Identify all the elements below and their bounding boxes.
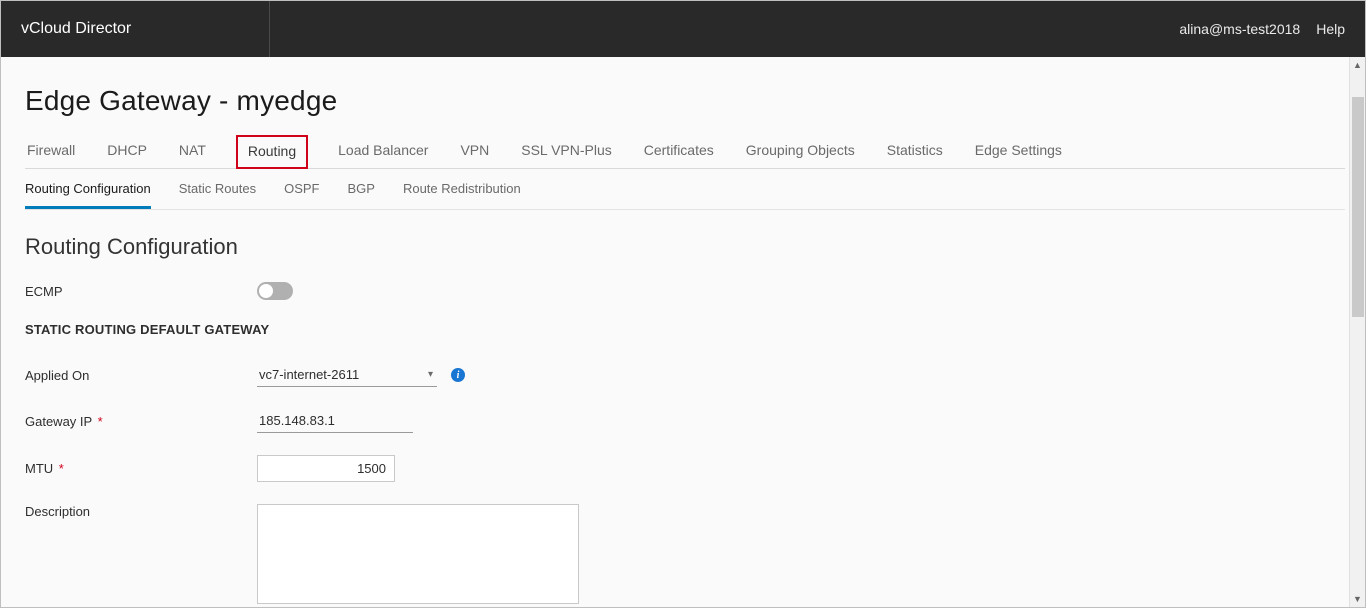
subtab-route-redistribution[interactable]: Route Redistribution — [403, 169, 521, 209]
tab-routing[interactable]: Routing — [236, 135, 308, 169]
subtab-ospf[interactable]: OSPF — [284, 169, 319, 209]
gateway-ip-label: Gateway IP * — [25, 414, 257, 429]
description-label: Description — [25, 504, 257, 519]
app-title: vCloud Director — [21, 20, 131, 38]
scroll-up-arrow-icon[interactable]: ▲ — [1350, 57, 1365, 73]
tab-certificates[interactable]: Certificates — [642, 136, 716, 168]
top-bar-divider — [269, 1, 270, 57]
ecmp-toggle[interactable] — [257, 282, 293, 300]
gateway-ip-input[interactable] — [257, 409, 413, 433]
row-description: Description — [25, 504, 1345, 604]
scroll-down-arrow-icon[interactable]: ▼ — [1350, 591, 1365, 607]
applied-on-label: Applied On — [25, 368, 257, 383]
section-area: Routing Configuration ECMP STATIC ROUTIN… — [25, 210, 1345, 604]
tab-load-balancer[interactable]: Load Balancer — [336, 136, 430, 168]
top-bar-right: alina@ms-test2018 Help — [1179, 21, 1345, 37]
subtab-static-routes[interactable]: Static Routes — [179, 169, 256, 209]
top-bar-left: vCloud Director — [21, 1, 131, 57]
mtu-label-text: MTU — [25, 461, 53, 476]
vertical-scrollbar[interactable]: ▲ ▼ — [1349, 57, 1365, 607]
info-icon[interactable]: i — [451, 368, 465, 382]
mtu-input[interactable] — [257, 455, 395, 482]
help-link[interactable]: Help — [1316, 21, 1345, 37]
tab-dhcp[interactable]: DHCP — [105, 136, 149, 168]
tab-firewall[interactable]: Firewall — [25, 136, 77, 168]
required-marker: * — [59, 461, 64, 476]
toggle-knob-icon — [259, 284, 273, 298]
description-textarea[interactable] — [257, 504, 579, 604]
ecmp-label: ECMP — [25, 284, 257, 299]
row-applied-on: Applied On vc7-internet-2611 ▾ i — [25, 363, 1345, 387]
applied-on-select[interactable]: vc7-internet-2611 — [257, 363, 437, 387]
applied-on-select-container: vc7-internet-2611 ▾ — [257, 363, 437, 387]
tabs-secondary: Routing Configuration Static Routes OSPF… — [25, 169, 1345, 210]
content-area: Edge Gateway - myedge Firewall DHCP NAT … — [1, 57, 1365, 607]
subtab-bgp[interactable]: BGP — [347, 169, 374, 209]
tab-statistics[interactable]: Statistics — [885, 136, 945, 168]
row-ecmp: ECMP — [25, 282, 1345, 300]
tab-ssl-vpn-plus[interactable]: SSL VPN-Plus — [519, 136, 614, 168]
gateway-ip-label-text: Gateway IP — [25, 414, 92, 429]
scroll-thumb[interactable] — [1352, 97, 1364, 317]
row-mtu: MTU * — [25, 455, 1345, 482]
page-title: Edge Gateway - myedge — [25, 85, 1345, 117]
mtu-label: MTU * — [25, 461, 257, 476]
applied-on-select-wrap: vc7-internet-2611 ▾ i — [257, 363, 465, 387]
top-bar: vCloud Director alina@ms-test2018 Help — [1, 1, 1365, 57]
tab-edge-settings[interactable]: Edge Settings — [973, 136, 1064, 168]
tab-nat[interactable]: NAT — [177, 136, 208, 168]
tabs-primary: Firewall DHCP NAT Routing Load Balancer … — [25, 135, 1345, 169]
section-title: Routing Configuration — [25, 234, 1345, 260]
required-marker: * — [98, 414, 103, 429]
tab-grouping-objects[interactable]: Grouping Objects — [744, 136, 857, 168]
subtab-routing-configuration[interactable]: Routing Configuration — [25, 169, 151, 209]
static-routing-header: STATIC ROUTING DEFAULT GATEWAY — [25, 322, 1345, 337]
row-gateway-ip: Gateway IP * — [25, 409, 1345, 433]
tab-vpn[interactable]: VPN — [458, 136, 491, 168]
app-window: vCloud Director alina@ms-test2018 Help E… — [0, 0, 1366, 608]
user-label[interactable]: alina@ms-test2018 — [1179, 21, 1300, 37]
